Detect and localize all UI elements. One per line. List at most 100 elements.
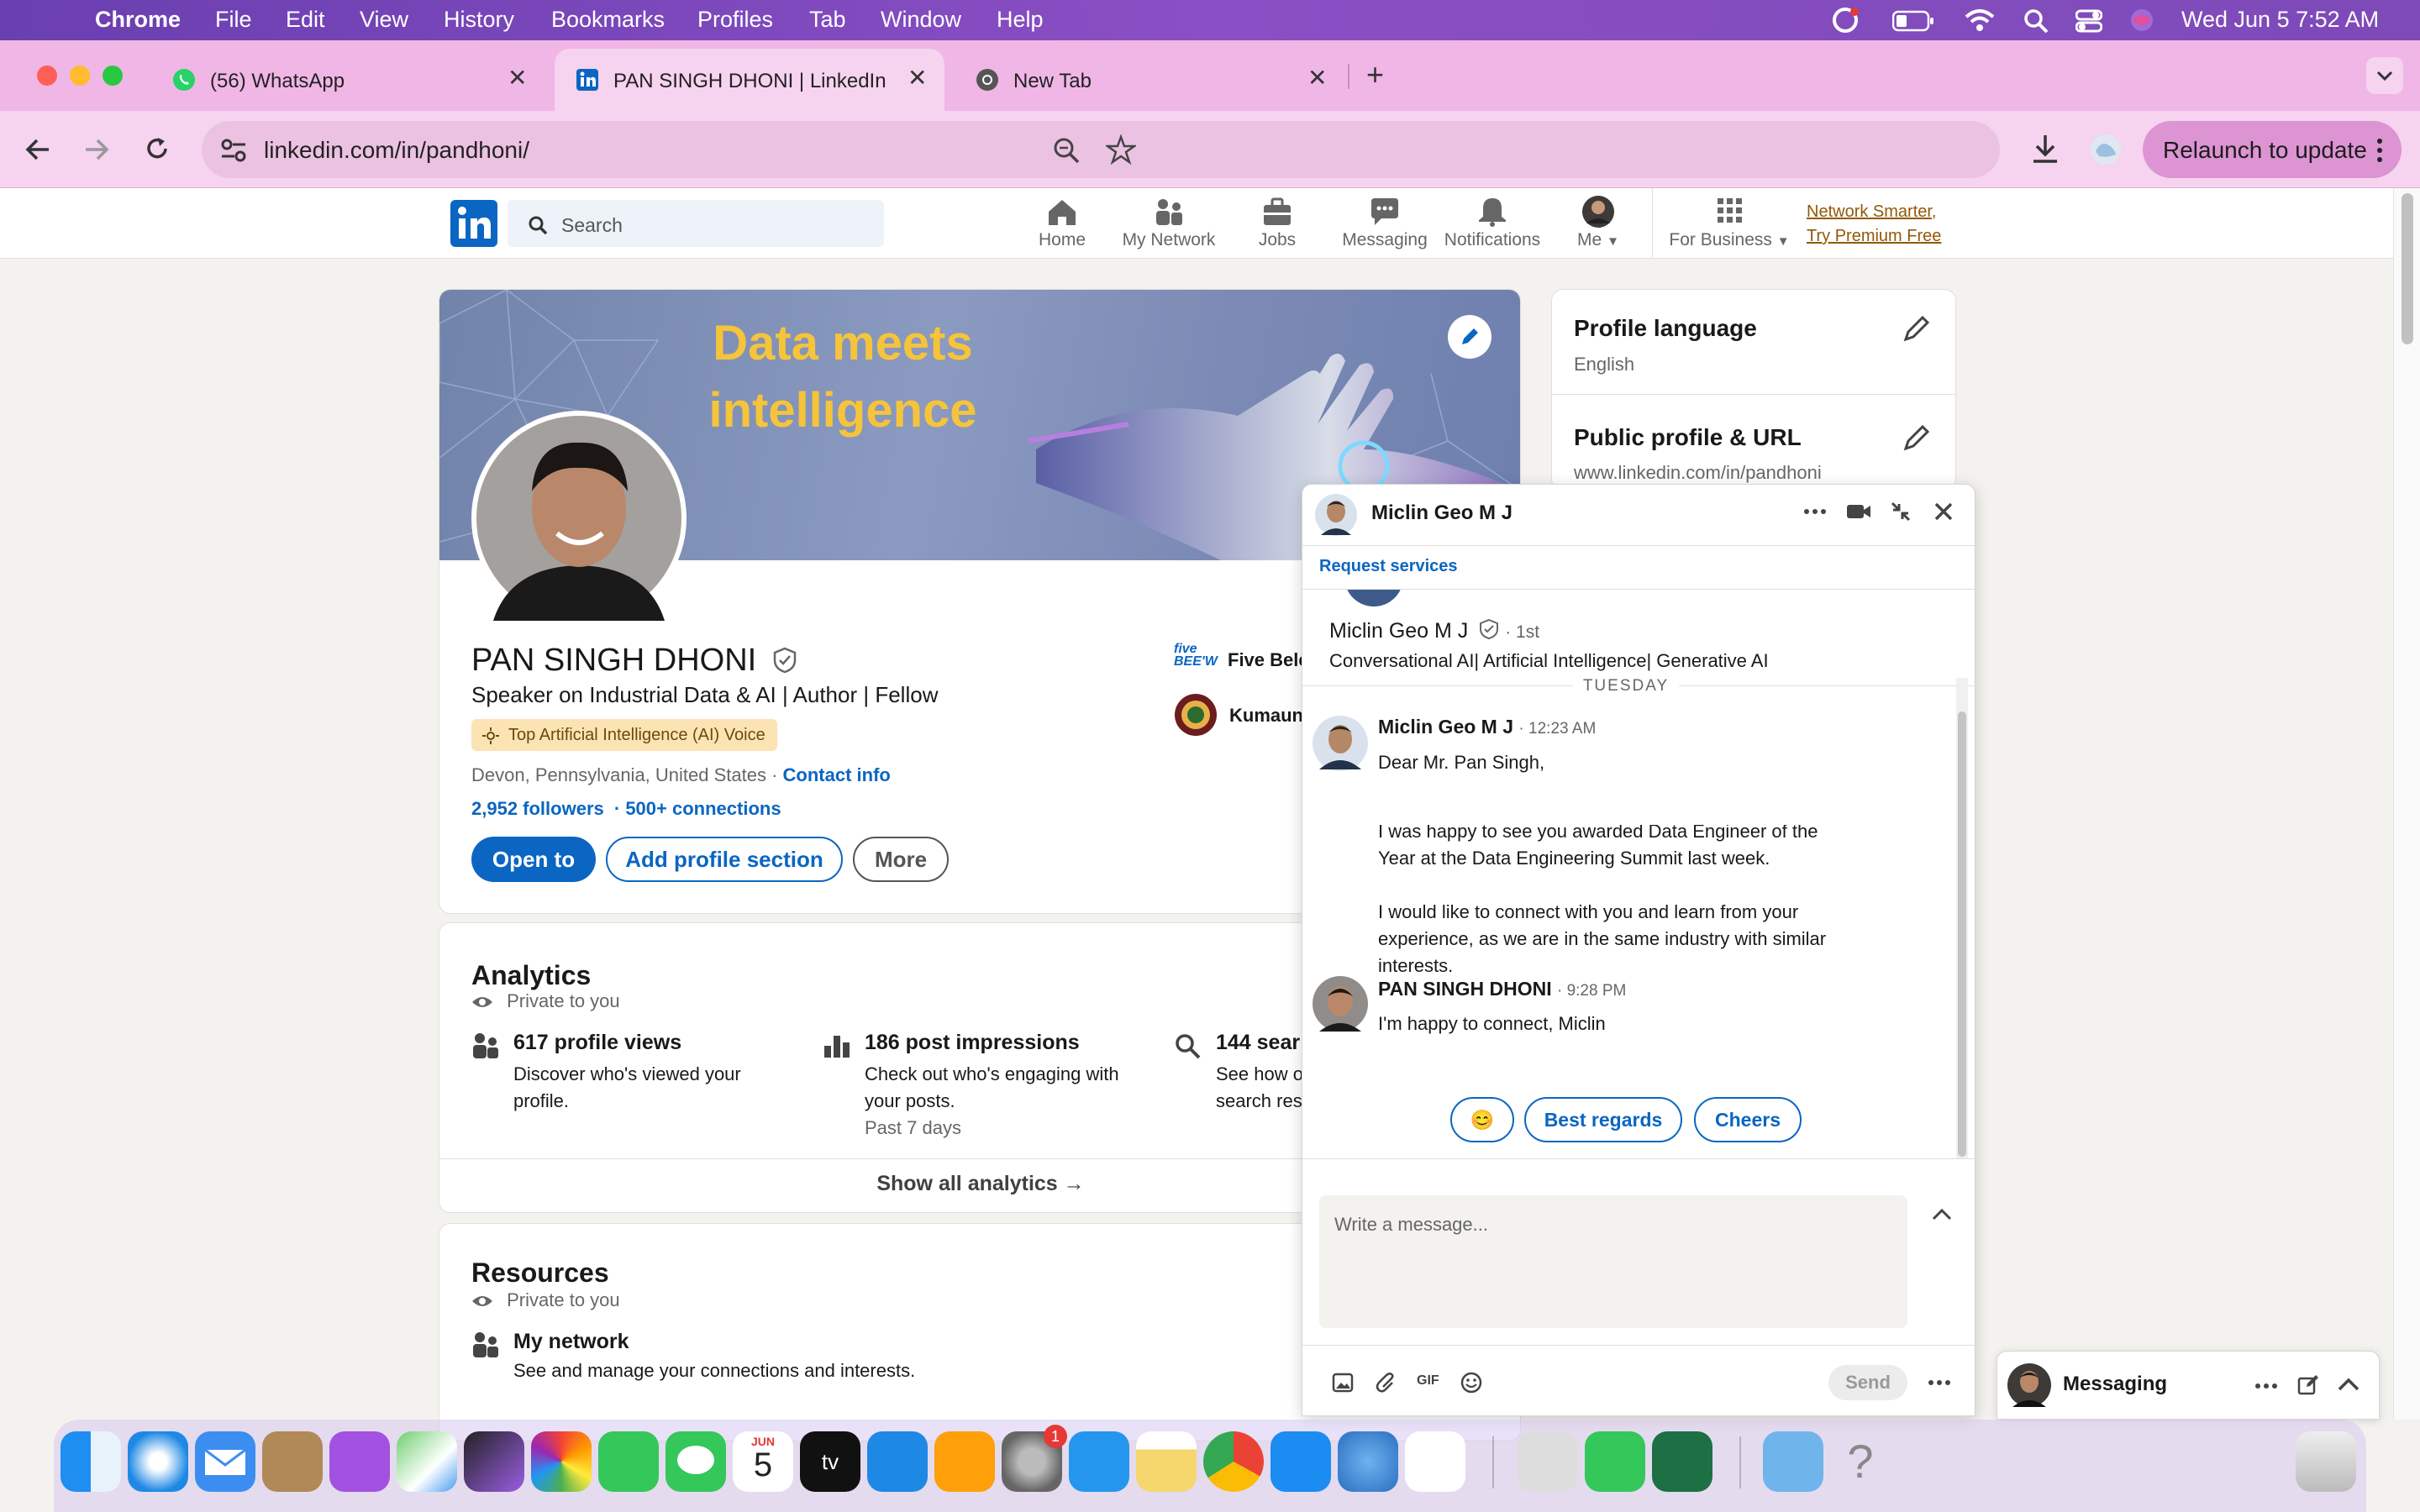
podcasts-icon[interactable] — [329, 1431, 390, 1492]
more-button[interactable]: More — [853, 837, 949, 882]
window-close-button[interactable] — [37, 66, 57, 86]
chat-scrollbar[interactable] — [1956, 678, 1968, 1158]
more-options-icon[interactable] — [1803, 507, 1827, 516]
window-zoom-button[interactable] — [103, 66, 123, 86]
pencil-icon[interactable] — [1902, 313, 1932, 344]
grammarly-icon[interactable] — [1832, 7, 1860, 34]
nav-me[interactable]: Me ▼ — [1568, 188, 1628, 259]
more-options-icon[interactable] — [2254, 1382, 2278, 1390]
nav-for-business[interactable]: For Business ▼ — [1665, 188, 1793, 259]
verified-shield-icon[interactable] — [772, 647, 797, 674]
network-utility-icon[interactable] — [1338, 1431, 1398, 1492]
menu-help[interactable]: Help — [997, 7, 1044, 33]
finder-icon[interactable] — [60, 1431, 121, 1492]
message-sender[interactable]: Miclin Geo M J — [1378, 716, 1513, 738]
photos-icon[interactable] — [531, 1431, 592, 1492]
system-settings-icon[interactable]: 1 — [1002, 1425, 1067, 1492]
siri-icon[interactable] — [2129, 8, 2154, 33]
resource-my-network[interactable]: My network See and manage your connectio… — [471, 1330, 1228, 1397]
bookmark-star-icon[interactable] — [1106, 134, 1136, 165]
wifi-icon[interactable] — [1965, 8, 1995, 32]
reminders-icon[interactable] — [1405, 1431, 1465, 1492]
notes-icon[interactable] — [1136, 1431, 1197, 1492]
nav-notifications[interactable]: Notifications — [1442, 188, 1543, 259]
tab-linkedin[interactable]: PAN SINGH DHONI | LinkedIn ✕ — [555, 49, 944, 111]
chrome-dock-icon[interactable] — [1203, 1431, 1264, 1492]
forward-arrow-icon[interactable] — [82, 136, 111, 163]
messages-icon[interactable] — [666, 1431, 726, 1492]
trash-icon[interactable] — [2296, 1431, 2356, 1492]
numbers-icon[interactable] — [1585, 1431, 1645, 1492]
site-settings-icon[interactable] — [220, 138, 247, 163]
profile-photo[interactable] — [471, 411, 687, 626]
avatar[interactable] — [1313, 716, 1368, 771]
menu-file[interactable]: File — [215, 7, 252, 33]
close-icon[interactable]: ✕ — [908, 64, 927, 92]
app-store-icon[interactable] — [1270, 1431, 1331, 1492]
nav-jobs[interactable]: Jobs — [1242, 188, 1313, 259]
add-profile-section-button[interactable]: Add profile section — [606, 837, 843, 882]
smart-reply-best-regards[interactable]: Best regards — [1524, 1097, 1682, 1142]
menu-window[interactable]: Window — [881, 7, 961, 33]
expand-chevron-up-icon[interactable] — [1931, 1207, 1953, 1222]
contact-info-link[interactable]: Contact info — [783, 764, 891, 785]
facetime-icon[interactable] — [598, 1431, 659, 1492]
compose-icon[interactable] — [2296, 1373, 2320, 1397]
nav-home[interactable]: Home — [1027, 188, 1097, 259]
safari-icon[interactable] — [128, 1431, 188, 1492]
video-call-icon[interactable] — [1845, 501, 1872, 522]
chevron-up-icon[interactable] — [2337, 1377, 2360, 1392]
minimize-icon[interactable] — [1889, 500, 1912, 523]
menu-app-name[interactable]: Chrome — [95, 7, 181, 33]
keynote-icon[interactable] — [867, 1431, 928, 1492]
excel-icon[interactable] — [1652, 1431, 1712, 1492]
apple-tv-icon[interactable]: tv — [800, 1431, 860, 1492]
menu-edit[interactable]: Edit — [286, 7, 325, 33]
control-center-icon[interactable] — [2075, 8, 2102, 34]
tab-search-button[interactable] — [2366, 57, 2403, 94]
open-to-button[interactable]: Open to — [471, 837, 596, 882]
gif-button[interactable]: GIF — [1417, 1373, 1439, 1389]
menu-tab[interactable]: Tab — [809, 7, 846, 33]
menu-profiles[interactable]: Profiles — [697, 7, 773, 33]
tab-whatsapp[interactable]: (56) WhatsApp ✕ — [151, 49, 546, 111]
menu-bookmarks[interactable]: Bookmarks — [551, 7, 665, 33]
zoom-icon[interactable] — [1052, 136, 1081, 165]
edit-banner-button[interactable] — [1448, 315, 1491, 359]
request-services-link[interactable]: Request services — [1319, 557, 1458, 576]
send-button[interactable]: Send — [1828, 1365, 1907, 1400]
back-arrow-icon[interactable] — [24, 136, 52, 163]
close-icon[interactable]: ✕ — [508, 64, 527, 92]
image-attach-icon[interactable] — [1331, 1372, 1355, 1394]
preview-icon[interactable] — [1518, 1431, 1578, 1492]
smart-reply-cheers[interactable]: Cheers — [1694, 1097, 1802, 1142]
more-options-icon[interactable] — [1928, 1378, 1951, 1387]
contacts-icon[interactable] — [262, 1431, 323, 1492]
maps-icon[interactable] — [397, 1431, 457, 1492]
menu-view[interactable]: View — [360, 7, 408, 33]
paperclip-icon[interactable] — [1375, 1372, 1398, 1394]
menu-clock[interactable]: Wed Jun 5 7:52 AM — [2181, 7, 2379, 33]
unknown-app-question-icon[interactable]: ? — [1830, 1431, 1891, 1492]
linkedin-logo-icon[interactable] — [450, 200, 497, 247]
messaging-bar[interactable]: Messaging — [1996, 1351, 2380, 1420]
connections-link[interactable]: · 500+ connections — [614, 798, 781, 819]
url-text[interactable]: linkedin.com/in/pandhoni/ — [264, 137, 529, 164]
screen-recorder-icon[interactable] — [464, 1431, 524, 1492]
tab-new-tab[interactable]: New Tab ✕ — [955, 49, 1341, 111]
nav-my-network[interactable]: My Network — [1116, 188, 1222, 259]
reload-icon[interactable] — [143, 134, 171, 163]
analytics-item-post-impressions[interactable]: 186 post impressions Check out who's eng… — [823, 1031, 1176, 1165]
emoji-icon[interactable] — [1460, 1372, 1482, 1394]
avatar[interactable] — [1314, 493, 1358, 537]
search-input[interactable]: Search — [508, 200, 884, 247]
smart-reply-emoji[interactable]: 😊 — [1450, 1097, 1514, 1142]
close-icon[interactable] — [1933, 501, 1954, 522]
relaunch-to-update-button[interactable]: Relaunch to update — [2143, 121, 2402, 178]
message-input[interactable]: Write a message... — [1319, 1195, 1907, 1328]
pages-icon[interactable] — [934, 1431, 995, 1492]
close-icon[interactable]: ✕ — [1307, 64, 1327, 92]
followers-link[interactable]: 2,952 followers — [471, 798, 604, 819]
address-bar[interactable]: linkedin.com/in/pandhoni/ — [202, 121, 2000, 178]
docker-icon[interactable] — [1069, 1431, 1129, 1492]
